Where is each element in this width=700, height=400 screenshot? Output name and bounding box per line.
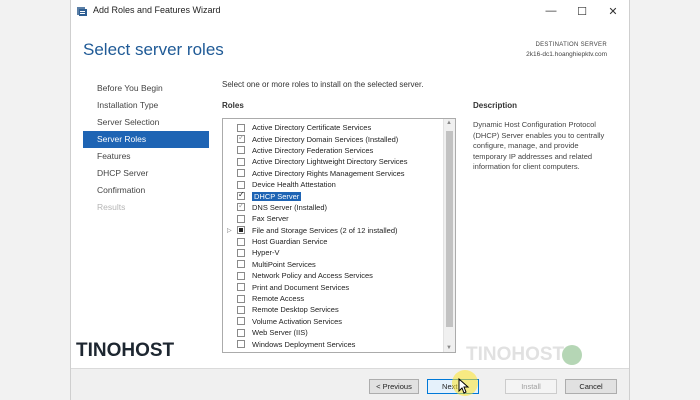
role-row[interactable]: Active Directory Certificate Services <box>223 122 445 133</box>
nav-item-server-selection[interactable]: Server Selection <box>83 114 209 131</box>
role-checkbox[interactable] <box>237 133 245 144</box>
role-checkbox[interactable] <box>237 180 245 189</box>
role-row[interactable]: Network Policy and Access Services <box>223 270 445 281</box>
role-checkbox[interactable] <box>237 283 245 292</box>
role-row[interactable]: DNS Server (Installed) <box>223 201 445 213</box>
role-row[interactable]: Hyper-V <box>223 247 445 258</box>
mouse-pointer-icon <box>458 378 470 394</box>
description-header: Description <box>473 101 518 110</box>
role-checkbox[interactable] <box>237 294 245 303</box>
role-label: DNS Server (Installed) <box>252 202 328 212</box>
cancel-button[interactable]: Cancel <box>565 379 617 394</box>
destination-server-value: 2k16-dc1.hoanghiepktv.com <box>526 51 607 58</box>
tinohost-watermark: TINOHOST <box>466 344 565 365</box>
server-manager-icon <box>77 7 87 16</box>
screen-margin-right <box>630 0 700 400</box>
role-row[interactable]: ▷ File and Storage Services (2 of 12 inst… <box>223 225 445 236</box>
role-label: Volume Activation Services <box>252 316 343 326</box>
screen-margin-left <box>0 0 70 400</box>
role-label: Host Guardian Service <box>252 237 328 247</box>
roles-list: Active Directory Certificate ServicesAct… <box>223 122 445 350</box>
role-checkbox[interactable] <box>237 317 245 326</box>
roles-header: Roles <box>222 101 244 110</box>
maximize-button[interactable]: ☐ <box>568 3 596 19</box>
watermark-badge-icon <box>562 345 582 365</box>
role-label: MultiPoint Services <box>252 259 316 269</box>
role-row[interactable]: Remote Desktop Services <box>223 304 445 315</box>
close-button[interactable]: ✕ <box>599 3 627 19</box>
page-title: Select server roles <box>83 40 224 59</box>
install-button: Install <box>505 379 557 394</box>
role-label: DHCP Server <box>252 191 302 201</box>
wizard-footer: < Previous Next > Install Cancel <box>71 368 629 400</box>
role-checkbox[interactable] <box>237 190 245 201</box>
role-label: Print and Document Services <box>252 282 350 292</box>
role-checkbox[interactable] <box>237 248 245 257</box>
role-checkbox[interactable] <box>237 157 245 166</box>
role-checkbox[interactable] <box>237 340 245 349</box>
role-row[interactable]: Active Directory Domain Services (Instal… <box>223 133 445 144</box>
role-row[interactable]: Active Directory Lightweight Directory S… <box>223 156 445 167</box>
role-checkbox[interactable] <box>237 237 245 246</box>
scroll-up-arrow-icon[interactable]: ▲ <box>446 120 452 126</box>
nav-item-confirmation[interactable]: Confirmation <box>83 182 209 199</box>
role-label: Remote Desktop Services <box>252 305 339 315</box>
role-row[interactable]: Active Directory Federation Services <box>223 145 445 156</box>
role-checkbox[interactable] <box>237 123 245 132</box>
window-title: Add Roles and Features Wizard <box>93 5 221 15</box>
role-row[interactable]: Device Health Attestation <box>223 179 445 190</box>
role-label: Web Server (IIS) <box>252 328 308 338</box>
role-checkbox[interactable] <box>237 226 245 235</box>
role-label: Active Directory Lightweight Directory S… <box>252 157 408 167</box>
role-label: Active Directory Federation Services <box>252 145 374 155</box>
role-row[interactable]: Windows Deployment Services <box>223 338 445 349</box>
role-row[interactable]: DHCP Server <box>223 190 445 201</box>
role-checkbox[interactable] <box>237 214 245 223</box>
role-checkbox[interactable] <box>237 201 245 212</box>
role-row[interactable]: Print and Document Services <box>223 281 445 292</box>
nav-item-before-you-begin[interactable]: Before You Begin <box>83 80 209 97</box>
role-label: Windows Deployment Services <box>252 339 356 349</box>
title-bar[interactable]: Add Roles and Features Wizard — ☐ ✕ <box>71 0 629 22</box>
role-label: Active Directory Rights Management Servi… <box>252 168 405 178</box>
nav-item-dhcp-server[interactable]: DHCP Server <box>83 165 209 182</box>
nav-item-server-roles[interactable]: Server Roles <box>83 131 209 148</box>
wizard-nav: Before You Begin Installation Type Serve… <box>83 80 209 216</box>
role-checkbox[interactable] <box>237 146 245 155</box>
minimize-button[interactable]: — <box>537 3 565 19</box>
role-row[interactable]: Host Guardian Service <box>223 236 445 247</box>
role-row[interactable]: MultiPoint Services <box>223 259 445 270</box>
role-label: Fax Server <box>252 214 289 224</box>
expand-arrow-icon[interactable]: ▷ <box>227 227 232 234</box>
role-checkbox[interactable] <box>237 305 245 314</box>
scroll-down-arrow-icon[interactable]: ▼ <box>446 345 452 351</box>
roles-listbox[interactable]: Active Directory Certificate ServicesAct… <box>222 118 456 353</box>
role-row[interactable]: Active Directory Rights Management Servi… <box>223 168 445 179</box>
role-label: Hyper-V <box>252 248 280 258</box>
role-label: Active Directory Domain Services (Instal… <box>252 134 399 144</box>
role-label: Network Policy and Access Services <box>252 271 373 281</box>
role-checkbox[interactable] <box>237 328 245 337</box>
nav-item-installation-type[interactable]: Installation Type <box>83 97 209 114</box>
role-row[interactable]: Remote Access <box>223 293 445 304</box>
role-checkbox[interactable] <box>237 169 245 178</box>
role-label: Active Directory Certificate Services <box>252 123 372 133</box>
description-text: Dynamic Host Configuration Protocol (DHC… <box>473 120 605 171</box>
destination-server-label: DESTINATION SERVER <box>535 42 607 48</box>
role-row[interactable]: Volume Activation Services <box>223 316 445 327</box>
role-checkbox[interactable] <box>237 271 245 280</box>
role-label: File and Storage Services (2 of 12 insta… <box>252 225 398 235</box>
tinohost-logo: TINOHOST <box>76 340 175 361</box>
previous-button[interactable]: < Previous <box>369 379 419 394</box>
scroll-thumb[interactable] <box>446 131 453 327</box>
role-label: Device Health Attestation <box>252 180 336 190</box>
roles-scrollbar[interactable]: ▲ ▼ <box>443 119 455 352</box>
instruction-text: Select one or more roles to install on t… <box>222 80 424 89</box>
role-row[interactable]: Web Server (IIS) <box>223 327 445 338</box>
nav-item-features[interactable]: Features <box>83 148 209 165</box>
role-label: Remote Access <box>252 294 305 304</box>
role-checkbox[interactable] <box>237 260 245 269</box>
nav-item-results: Results <box>97 202 126 212</box>
role-row[interactable]: Fax Server <box>223 213 445 224</box>
